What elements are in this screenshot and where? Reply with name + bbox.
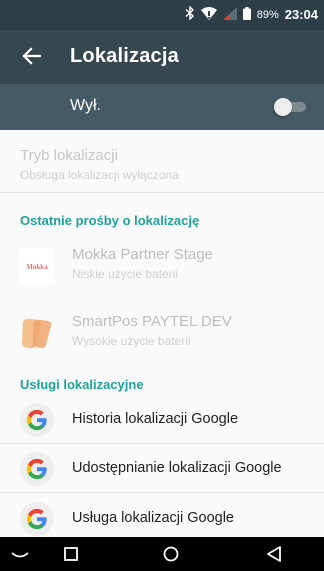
request-battery-usage: Wysokie użycie baterii bbox=[72, 334, 191, 348]
request-app-name: Mokka Partner Stage bbox=[72, 246, 213, 263]
recent-requests-header: Ostatnie prośby o lokalizację bbox=[20, 213, 200, 228]
service-label: Udostępnianie lokalizacji Google bbox=[72, 460, 282, 476]
app-toolbar: Lokalizacja bbox=[0, 30, 324, 84]
master-switch-label: Wył. bbox=[70, 97, 101, 114]
toggle-thumb bbox=[274, 98, 292, 116]
status-icons: 89% 23:04 bbox=[185, 5, 318, 23]
google-icon bbox=[20, 502, 54, 536]
service-label: Historia lokalizacji Google bbox=[72, 411, 239, 427]
mokka-app-icon: Mokka bbox=[19, 248, 55, 284]
master-switch-bar[interactable]: Wył. bbox=[0, 84, 324, 130]
status-bar: 89% 23:04 bbox=[0, 0, 324, 30]
settings-list: Tryb lokalizacji Obsługa lokalizacji wył… bbox=[0, 130, 324, 537]
clock: 23:04 bbox=[284, 7, 318, 22]
back-icon[interactable] bbox=[262, 543, 286, 565]
recent-request-item[interactable]: Mokka Mokka Partner Stage Niskie użycie … bbox=[0, 238, 324, 294]
battery-icon bbox=[242, 6, 251, 23]
location-mode-subtitle: Obsługa lokalizacji wyłączona bbox=[20, 168, 179, 182]
recent-request-item[interactable]: SmartPos PAYTEL DEV Wysokie użycie bater… bbox=[0, 305, 324, 361]
mokka-logo-text: Mokka bbox=[26, 263, 48, 271]
divider bbox=[0, 192, 324, 193]
service-item-location-sharing[interactable]: Udostępnianie lokalizacji Google bbox=[0, 444, 324, 494]
request-battery-usage: Niskie użycie baterii bbox=[72, 267, 179, 281]
request-app-name: SmartPos PAYTEL DEV bbox=[72, 313, 232, 330]
signal-icon bbox=[222, 6, 237, 23]
nav-collapse-icon[interactable] bbox=[8, 543, 32, 565]
service-label: Usługa lokalizacji Google bbox=[72, 510, 234, 526]
arrow-back-icon[interactable] bbox=[18, 42, 46, 70]
location-mode-item: Tryb lokalizacji Obsługa lokalizacji wył… bbox=[0, 130, 324, 192]
wifi-icon bbox=[200, 6, 217, 23]
divider bbox=[0, 492, 324, 493]
page-title: Lokalizacja bbox=[70, 45, 179, 67]
smartpos-app-icon bbox=[19, 315, 55, 351]
navigation-bar bbox=[0, 537, 324, 571]
location-mode-title: Tryb lokalizacji bbox=[20, 147, 118, 164]
recents-icon[interactable] bbox=[59, 543, 83, 565]
location-services-header: Usługi lokalizacyjne bbox=[20, 377, 144, 392]
service-item-location-history[interactable]: Historia lokalizacji Google bbox=[0, 395, 324, 445]
google-icon bbox=[20, 403, 54, 437]
bluetooth-icon bbox=[185, 5, 195, 23]
home-icon[interactable] bbox=[159, 543, 183, 565]
battery-percent: 89% bbox=[256, 8, 279, 21]
location-toggle[interactable] bbox=[274, 98, 308, 116]
google-icon bbox=[20, 452, 54, 486]
